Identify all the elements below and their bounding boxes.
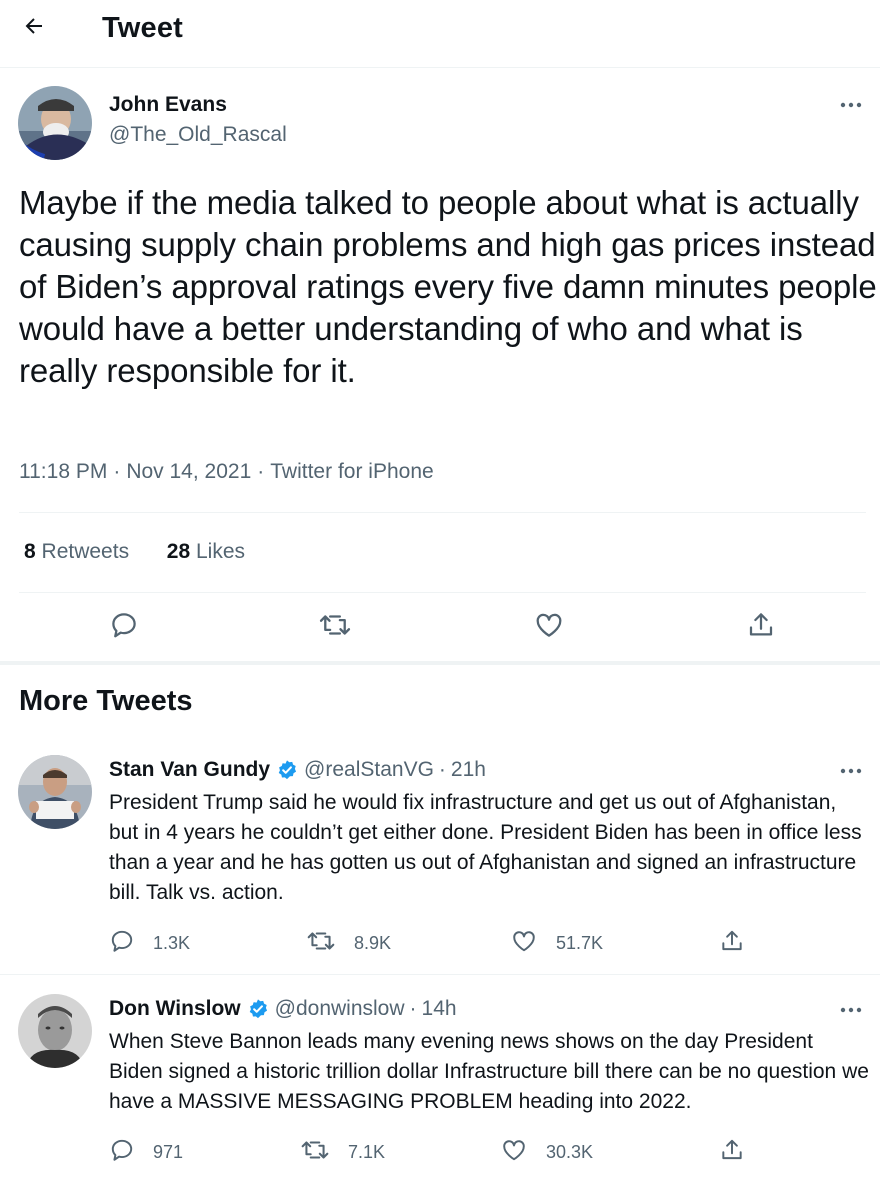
- author-name[interactable]: Stan Van Gundy: [109, 757, 270, 783]
- divider: [19, 592, 866, 593]
- tweet-source[interactable]: Twitter for iPhone: [270, 460, 433, 483]
- author-name[interactable]: Don Winslow: [109, 996, 241, 1022]
- heart-icon: [500, 1137, 528, 1168]
- more-tweets-heading: More Tweets: [19, 685, 193, 717]
- like-button[interactable]: [527, 605, 571, 649]
- retweets-count: 8: [24, 540, 36, 563]
- header-dot: ·: [409, 997, 417, 1020]
- heart-icon: [533, 610, 565, 645]
- reply-icon: [109, 1137, 135, 1168]
- tweet-text: When Steve Bannon leads many evening new…: [109, 1030, 869, 1113]
- meta-separator: ·: [113, 460, 121, 483]
- reply-icon: [109, 928, 135, 959]
- retweet-count: 7.1K: [348, 1142, 386, 1162]
- avatar[interactable]: [18, 755, 92, 829]
- tweet-text: President Trump said he would fix infras…: [109, 791, 862, 904]
- reply-button[interactable]: 971: [109, 1137, 183, 1168]
- like-button[interactable]: 51.7K: [510, 928, 603, 959]
- like-count: 51.7K: [556, 933, 604, 953]
- tweet-date[interactable]: Nov 14, 2021: [126, 460, 251, 483]
- reply-button[interactable]: [102, 605, 146, 649]
- verified-badge-icon: [247, 998, 269, 1020]
- retweet-button[interactable]: 8.9K: [306, 928, 391, 959]
- share-icon: [719, 1137, 745, 1168]
- author-handle[interactable]: @realStanVG: [304, 757, 434, 783]
- reply-count: 971: [153, 1142, 184, 1162]
- retweet-count: 8.9K: [354, 933, 392, 953]
- author-handle[interactable]: @donwinslow: [275, 996, 405, 1022]
- tweet-time[interactable]: 14h: [422, 996, 457, 1022]
- header-dot: ·: [438, 758, 446, 781]
- avatar[interactable]: [18, 994, 92, 1068]
- page-title: Tweet: [102, 12, 184, 44]
- tweet-metadata: 11:18 PM · Nov 14, 2021 · Twitter for iPhone: [19, 457, 434, 487]
- share-icon: [746, 610, 776, 645]
- avatar[interactable]: [18, 86, 92, 160]
- reply-button[interactable]: 1.3K: [109, 928, 190, 959]
- likes-label: Likes: [195, 540, 245, 563]
- retweets-label: Retweets: [41, 540, 130, 563]
- retweet-icon: [306, 928, 336, 959]
- tweet-text: Maybe if the media talked to people abou…: [19, 184, 877, 389]
- likes-link[interactable]: 28 Likes: [167, 540, 245, 563]
- share-button[interactable]: [719, 1137, 745, 1168]
- like-count: 30.3K: [546, 1142, 594, 1162]
- like-button[interactable]: 30.3K: [500, 1137, 593, 1168]
- header-divider: [0, 67, 880, 68]
- section-divider: [0, 661, 880, 665]
- more-options-button[interactable]: [834, 760, 868, 780]
- more-options-button[interactable]: [834, 999, 868, 1019]
- divider: [19, 512, 866, 513]
- tweet-header: Stan Van Gundy @realStanVG · 21h: [109, 757, 486, 783]
- reply-icon: [109, 610, 139, 645]
- more-options-button[interactable]: [834, 94, 868, 114]
- retweet-icon: [318, 610, 352, 645]
- share-button[interactable]: [739, 605, 783, 649]
- tweet-stats: 8 Retweets 28 Likes: [24, 537, 245, 567]
- reply-count: 1.3K: [153, 933, 191, 953]
- heart-icon: [510, 928, 538, 959]
- divider: [0, 974, 880, 975]
- tweet-time[interactable]: 21h: [451, 757, 486, 783]
- retweet-button[interactable]: 7.1K: [300, 1137, 385, 1168]
- meta-separator: ·: [257, 460, 265, 483]
- tweet-time[interactable]: 11:18 PM: [19, 460, 107, 483]
- share-button[interactable]: [719, 928, 745, 959]
- author-handle[interactable]: @The_Old_Rascal: [109, 122, 287, 148]
- verified-badge-icon: [276, 759, 298, 781]
- back-button[interactable]: [14, 10, 54, 46]
- author-name[interactable]: John Evans: [109, 92, 227, 118]
- retweets-link[interactable]: 8 Retweets: [24, 540, 129, 563]
- tweet-header: Don Winslow @donwinslow · 14h: [109, 996, 457, 1022]
- more-horizontal-icon: [839, 95, 863, 113]
- arrow-left-icon: [22, 14, 46, 43]
- likes-count: 28: [166, 540, 191, 563]
- more-horizontal-icon: [839, 1000, 863, 1018]
- more-horizontal-icon: [839, 761, 863, 779]
- retweet-icon: [300, 1137, 330, 1168]
- retweet-button[interactable]: [313, 605, 357, 649]
- share-icon: [719, 928, 745, 959]
